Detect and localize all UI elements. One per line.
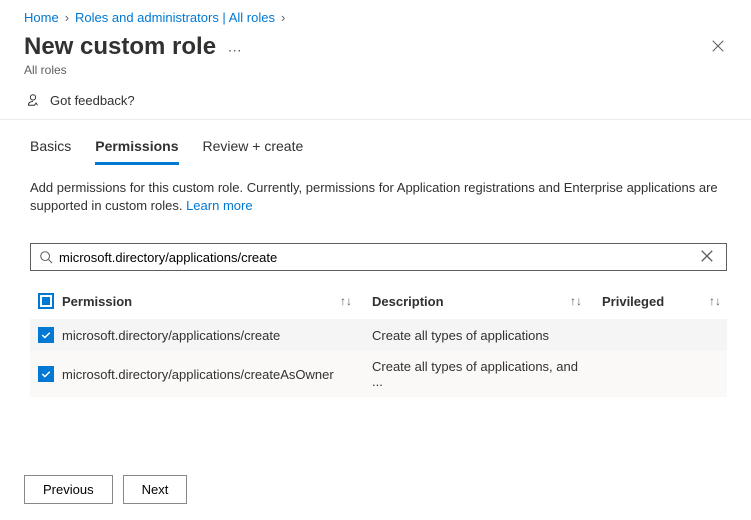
table-header: Permission ↑↓ Description ↑↓ Privileged …	[30, 285, 727, 319]
description-text: Add permissions for this custom role. Cu…	[30, 180, 718, 213]
feedback-label: Got feedback?	[50, 93, 135, 108]
feedback-icon	[24, 91, 42, 109]
check-icon	[40, 329, 52, 341]
header-description[interactable]: Description	[372, 294, 444, 309]
row-checkbox[interactable]	[38, 327, 54, 343]
sort-icon[interactable]: ↑↓	[340, 294, 352, 308]
sort-icon[interactable]: ↑↓	[570, 294, 582, 308]
permissions-description: Add permissions for this custom role. Cu…	[0, 165, 751, 215]
permissions-table: Permission ↑↓ Description ↑↓ Privileged …	[30, 285, 727, 397]
sort-icon[interactable]: ↑↓	[709, 294, 721, 308]
breadcrumb-home[interactable]: Home	[24, 10, 59, 25]
header-privileged[interactable]: Privileged	[602, 294, 664, 309]
table-row[interactable]: microsoft.directory/applications/createA…	[30, 351, 727, 397]
page-subtitle: All roles	[24, 63, 242, 77]
close-button[interactable]	[705, 33, 731, 64]
breadcrumb-roles[interactable]: Roles and administrators | All roles	[75, 10, 275, 25]
search-icon	[39, 250, 53, 264]
tab-review[interactable]: Review + create	[203, 138, 304, 165]
breadcrumb: Home › Roles and administrators | All ro…	[0, 0, 751, 29]
next-button[interactable]: Next	[123, 475, 188, 504]
header-permission[interactable]: Permission	[62, 294, 132, 309]
tabs: Basics Permissions Review + create	[0, 120, 751, 165]
chevron-right-icon: ›	[65, 10, 69, 25]
chevron-right-icon: ›	[281, 10, 285, 25]
close-icon	[711, 39, 725, 53]
table-row[interactable]: microsoft.directory/applications/create …	[30, 319, 727, 351]
feedback-link[interactable]: Got feedback?	[0, 77, 751, 119]
close-icon	[700, 249, 714, 263]
cell-description: Create all types of applications, and ..…	[372, 359, 602, 389]
cell-permission: microsoft.directory/applications/createA…	[62, 367, 372, 382]
previous-button[interactable]: Previous	[24, 475, 113, 504]
footer-buttons: Previous Next	[24, 475, 187, 504]
clear-search-button[interactable]	[696, 249, 718, 266]
learn-more-link[interactable]: Learn more	[186, 198, 252, 213]
row-checkbox[interactable]	[38, 366, 54, 382]
search-box[interactable]	[30, 243, 727, 271]
more-icon[interactable]: ⋯	[228, 42, 242, 58]
tab-basics[interactable]: Basics	[30, 138, 71, 165]
cell-permission: microsoft.directory/applications/create	[62, 328, 372, 343]
tab-permissions[interactable]: Permissions	[95, 138, 178, 165]
page-title: New custom role	[24, 33, 216, 61]
search-input[interactable]	[53, 250, 696, 265]
select-all-checkbox[interactable]	[38, 293, 54, 309]
check-icon	[40, 368, 52, 380]
cell-description: Create all types of applications	[372, 328, 602, 343]
